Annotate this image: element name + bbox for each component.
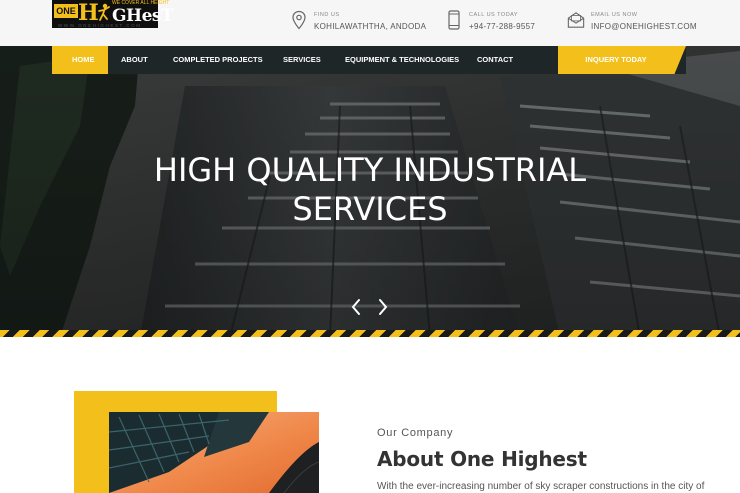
hero-title-line1: HIGH QUALITY INDUSTRIAL: [153, 151, 587, 189]
hero-title: HIGH QUALITY INDUSTRIAL SERVICES: [0, 151, 740, 229]
contact-label: EMAIL US NOW: [591, 12, 638, 18]
hazard-stripe-divider: [0, 330, 740, 337]
contact-value: INFO@ONEHIGHEST.COM: [591, 22, 697, 31]
envelope-icon: [567, 12, 585, 28]
logo-one: ONE: [54, 4, 78, 18]
slider-next-arrow-icon[interactable]: [376, 298, 390, 316]
phone-icon: [448, 10, 460, 30]
nav-item-equipment-technologies[interactable]: EQUIPMENT & TECHNOLOGIES: [345, 46, 459, 74]
inquiry-today-button[interactable]: INQUERY TODAY: [558, 46, 686, 74]
contact-label: CALL US TODAY: [469, 12, 519, 18]
nav-item-services[interactable]: SERVICES: [283, 46, 321, 74]
about-image-block: [74, 391, 319, 493]
hero-title-line2: SERVICES: [292, 190, 448, 228]
about-paragraph: With the ever-increasing number of sky s…: [377, 481, 705, 492]
about-subtitle: Our Company: [377, 427, 454, 439]
climber-icon: [98, 3, 110, 21]
logo-url: WWW.ONEHIGHEST.COM: [58, 23, 142, 28]
about-title: About One Highest: [377, 447, 587, 471]
about-building-photo: [109, 412, 319, 493]
contact-label: FIND US: [314, 12, 340, 18]
top-header: ONE H WE COVER ALL HEIGHT GHesT WWW.ONEH…: [0, 0, 740, 46]
nav-item-about[interactable]: ABOUT: [121, 46, 148, 74]
map-pin-icon: [292, 10, 306, 30]
nav-item-home[interactable]: HOME: [72, 46, 95, 74]
hero-slider: HIGH QUALITY INDUSTRIAL SERVICES: [0, 46, 740, 337]
contact-value: KOHILAWATHTHA, ANDODA: [314, 22, 427, 31]
slider-prev-arrow-icon[interactable]: [349, 298, 363, 316]
contact-value: +94-77-288-9557: [469, 22, 536, 31]
nav-item-completed-projects[interactable]: COMPLETED PROJECTS: [173, 46, 263, 74]
nav-item-contact[interactable]: CONTACT: [477, 46, 513, 74]
